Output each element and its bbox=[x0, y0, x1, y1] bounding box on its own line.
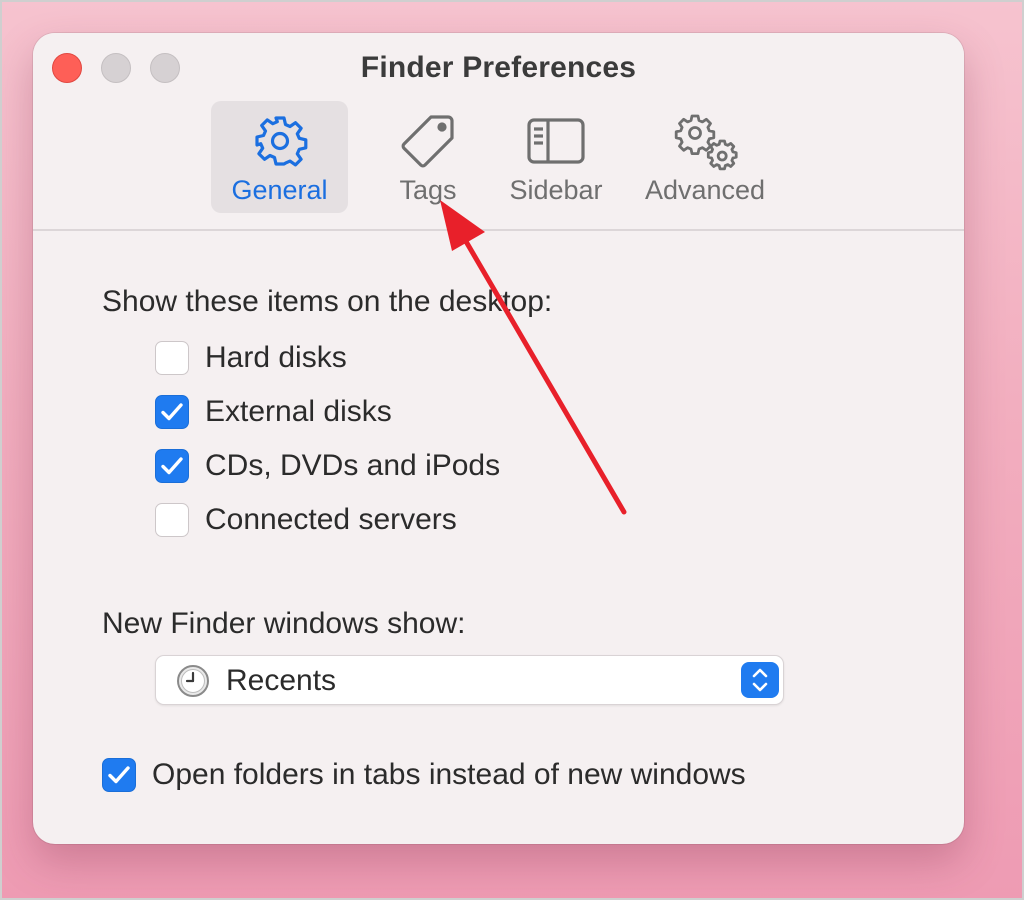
new-window-select-value: Recents bbox=[226, 664, 337, 697]
preference-tabs: General Tags Sidebar Advanced bbox=[33, 101, 964, 213]
open-in-tabs-checkbox[interactable] bbox=[102, 758, 136, 792]
connected-servers-checkbox[interactable] bbox=[155, 503, 189, 537]
checkmark-icon bbox=[161, 457, 183, 475]
desktop-items-heading: Show these items on the desktop: bbox=[102, 285, 553, 318]
external-disks-checkbox[interactable] bbox=[155, 395, 189, 429]
open-in-tabs-label: Open folders in tabs instead of new wind… bbox=[152, 758, 746, 791]
checkmark-icon bbox=[108, 766, 130, 784]
tab-tags-label: Tags bbox=[399, 175, 457, 205]
hard-disks-checkbox[interactable] bbox=[155, 341, 189, 375]
gear-icon bbox=[252, 111, 308, 171]
checkmark-icon bbox=[161, 403, 183, 421]
new-window-heading: New Finder windows show: bbox=[102, 607, 466, 640]
new-window-select[interactable]: Recents bbox=[155, 655, 784, 705]
general-pane: Show these items on the desktop: Hard di… bbox=[33, 233, 964, 844]
external-disks-label: External disks bbox=[205, 395, 392, 428]
chevron-up-down-icon[interactable] bbox=[741, 662, 779, 698]
connected-servers-label: Connected servers bbox=[205, 503, 457, 536]
finder-preferences-window: Finder Preferences General Tags Sidebar … bbox=[33, 33, 964, 844]
tag-icon bbox=[398, 111, 458, 171]
checkbox-row-open-in-tabs[interactable]: Open folders in tabs instead of new wind… bbox=[102, 758, 746, 792]
sidebar-icon bbox=[526, 111, 586, 171]
cds-dvds-ipods-checkbox[interactable] bbox=[155, 449, 189, 483]
tab-general[interactable]: General bbox=[211, 101, 348, 213]
hard-disks-label: Hard disks bbox=[205, 341, 347, 374]
tab-advanced-label: Advanced bbox=[644, 175, 766, 205]
toolbar: Finder Preferences General Tags Sidebar … bbox=[33, 33, 964, 231]
gears-icon bbox=[670, 111, 740, 171]
checkbox-row-external-disks[interactable]: External disks bbox=[155, 395, 392, 429]
checkbox-row-hard-disks[interactable]: Hard disks bbox=[155, 341, 347, 375]
checkbox-row-cds-dvds-ipods[interactable]: CDs, DVDs and iPods bbox=[155, 449, 500, 483]
clock-icon bbox=[176, 664, 210, 703]
checkbox-row-connected-servers[interactable]: Connected servers bbox=[155, 503, 457, 537]
tab-general-label: General bbox=[231, 175, 328, 205]
window-title: Finder Preferences bbox=[360, 51, 637, 84]
tab-sidebar[interactable]: Sidebar bbox=[501, 101, 611, 213]
tab-advanced[interactable]: Advanced bbox=[635, 101, 775, 213]
tab-sidebar-label: Sidebar bbox=[509, 175, 603, 205]
tab-tags[interactable]: Tags bbox=[373, 101, 483, 213]
cds-dvds-ipods-label: CDs, DVDs and iPods bbox=[205, 449, 501, 482]
